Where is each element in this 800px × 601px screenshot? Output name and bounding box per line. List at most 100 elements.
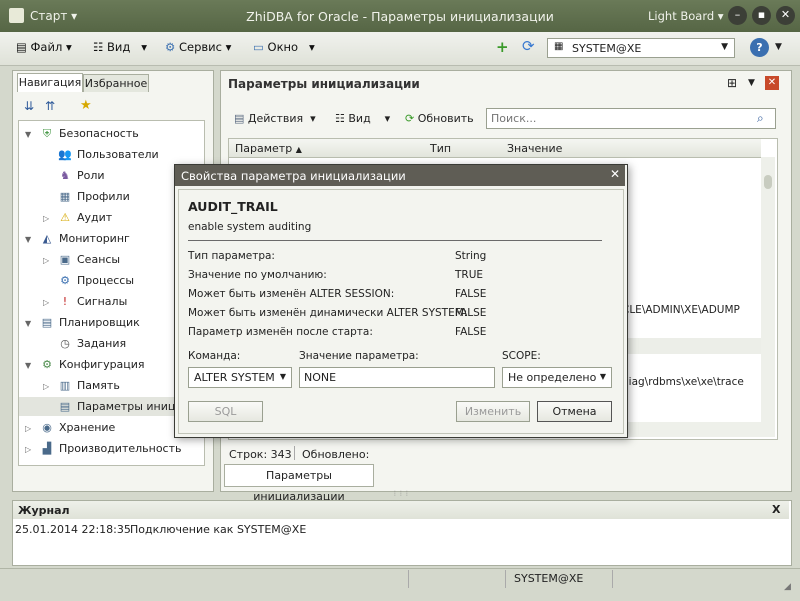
close-panel-icon[interactable]: ✕ bbox=[765, 76, 779, 90]
warning-icon: ⚠ bbox=[60, 211, 70, 224]
sort-asc-icon: ▲ bbox=[295, 145, 302, 154]
tree-item-label: Задания bbox=[77, 337, 127, 350]
journal-entry-time: 25.01.2014 22:18:35 bbox=[15, 523, 131, 536]
panel-menu-icon[interactable]: ▼ bbox=[748, 78, 755, 88]
search-input[interactable] bbox=[486, 108, 776, 129]
chevron-down-icon: ▼ bbox=[721, 42, 728, 52]
expand-icon[interactable]: ▷ bbox=[25, 440, 39, 459]
expand-icon[interactable]: ▷ bbox=[43, 209, 57, 228]
help-icon[interactable]: ? bbox=[750, 38, 769, 57]
menu-view[interactable]: ☷ Вид ▾ bbox=[93, 40, 147, 56]
resize-grip-icon[interactable]: ◢ bbox=[784, 582, 791, 592]
tree-item-label: Пользователи bbox=[77, 148, 159, 161]
expand-icon[interactable]: ▷ bbox=[43, 377, 57, 396]
connection-selector[interactable]: ▦ SYSTEM@XE ▼ bbox=[547, 38, 735, 58]
journal-header bbox=[13, 501, 789, 519]
property-label: Параметр изменён после старта: bbox=[188, 326, 373, 338]
shield-icon: ⛨ bbox=[42, 127, 52, 140]
database-icon: ▦ bbox=[554, 41, 564, 52]
updated-label: Обновлено: bbox=[302, 448, 370, 461]
theme-selector[interactable]: Light Board ▾ bbox=[648, 9, 724, 23]
expanded-icon[interactable]: ▼ bbox=[25, 230, 39, 249]
menu-service[interactable]: ⚙ Сервис ▾ bbox=[165, 40, 231, 56]
roles-icon: ♞ bbox=[60, 169, 70, 182]
tree-item-label: Процессы bbox=[77, 274, 135, 287]
monitoring-icon: ◭ bbox=[42, 232, 52, 245]
actions-button[interactable]: ▤ Действия ▾ bbox=[234, 112, 316, 125]
vertical-scrollbar[interactable] bbox=[761, 157, 775, 422]
menu-window[interactable]: ▭ Окно ▾ bbox=[253, 40, 315, 56]
layout-icon[interactable]: ⊞ bbox=[727, 76, 737, 90]
column-header-type[interactable]: Тип bbox=[430, 142, 451, 155]
command-select[interactable]: ALTER SYSTEM ▼ bbox=[188, 367, 292, 388]
close-window-button[interactable]: ✕ bbox=[776, 6, 795, 25]
refresh-connection-icon[interactable]: ⟳ bbox=[522, 37, 535, 55]
property-value: FALSE bbox=[455, 307, 487, 319]
tab-params[interactable]: Параметры инициализации bbox=[224, 464, 374, 503]
splitter-handle[interactable]: ⋮⋮⋮ bbox=[392, 490, 410, 497]
favorite-star-icon[interactable]: ★ bbox=[80, 98, 92, 113]
tree-item-label: Хранение bbox=[59, 421, 116, 434]
cancel-button[interactable]: Отмена bbox=[537, 401, 612, 422]
param-value-input[interactable]: NONE bbox=[299, 367, 495, 388]
profiles-icon: ▦ bbox=[59, 190, 71, 203]
param-name: AUDIT_TRAIL bbox=[188, 199, 278, 214]
dialog-close-icon[interactable]: ✕ bbox=[610, 167, 620, 181]
add-connection-icon[interactable]: + bbox=[496, 38, 509, 56]
maximize-button[interactable]: ▪ bbox=[752, 6, 771, 25]
scope-select[interactable]: Не определено ▼ bbox=[502, 367, 612, 388]
table-cell: CLE\ADMIN\XE\ADUMP bbox=[622, 304, 740, 316]
property-value: TRUE bbox=[455, 269, 484, 281]
gears-icon: ⚙ bbox=[60, 274, 70, 287]
tree-item[interactable]: ▼ ⛨ Безопасность bbox=[19, 124, 204, 143]
sql-button[interactable]: SQL bbox=[188, 401, 263, 422]
expanded-icon[interactable]: ▼ bbox=[25, 314, 39, 333]
expanded-icon[interactable]: ▼ bbox=[25, 356, 39, 375]
clock-icon: ◷ bbox=[60, 337, 70, 350]
menu-file[interactable]: ▤ Файл ▾ bbox=[16, 40, 72, 56]
journal-close-button[interactable]: X bbox=[772, 503, 780, 516]
sessions-icon: ▣ bbox=[59, 253, 71, 266]
table-header bbox=[229, 139, 761, 158]
change-button[interactable]: Изменить bbox=[456, 401, 530, 422]
chevron-down-icon: ▼ bbox=[599, 372, 606, 381]
dialog-title: Свойства параметра инициализации bbox=[181, 169, 406, 183]
minimize-button[interactable]: – bbox=[728, 6, 747, 25]
view-icon: ☷ bbox=[335, 112, 345, 125]
tree-item[interactable]: ▷ ▟ Производительность bbox=[19, 439, 204, 458]
tree-item-label: Аудит bbox=[77, 211, 113, 224]
tree-item-label: Мониторинг bbox=[59, 232, 130, 245]
menu-bar: ▤ Файл ▾ ☷ Вид ▾ ⚙ Сервис ▾ ▭ Окно ▾ + ⟳… bbox=[0, 32, 800, 66]
expand-icon[interactable]: ▷ bbox=[43, 293, 57, 312]
property-label: Значение по умолчанию: bbox=[188, 269, 327, 281]
panel-title: Параметры инициализации bbox=[228, 77, 420, 91]
scope-label: SCOPE: bbox=[502, 350, 541, 362]
table-cell: diag\rdbms\xe\xe\trace bbox=[622, 376, 744, 388]
column-header-value[interactable]: Значение bbox=[507, 142, 562, 155]
property-value: FALSE bbox=[455, 326, 487, 338]
expand-icon[interactable]: ▷ bbox=[25, 419, 39, 438]
tree-item[interactable]: 👥 Пользователи bbox=[19, 145, 204, 164]
view-button[interactable]: ☷ Вид ▾ bbox=[335, 112, 390, 125]
performance-icon: ▟ bbox=[42, 442, 52, 455]
status-divider bbox=[612, 570, 613, 588]
search-icon[interactable]: ⌕ bbox=[757, 111, 764, 126]
window-icon: ▭ bbox=[253, 40, 264, 54]
sort-desc-icon[interactable]: ⇊ bbox=[24, 99, 34, 113]
file-icon: ▤ bbox=[16, 40, 27, 54]
column-header-param[interactable]: Параметр ▲ bbox=[235, 142, 302, 155]
journal-entry-text: Подключение как SYSTEM@XE bbox=[130, 523, 307, 536]
tree-item-label: Сигналы bbox=[77, 295, 128, 308]
tree-item-label: Безопасность bbox=[59, 127, 139, 140]
help-dropdown-icon[interactable]: ▼ bbox=[775, 42, 782, 52]
tab-navigation[interactable]: Навигация bbox=[17, 73, 83, 92]
status-divider bbox=[505, 570, 506, 588]
expand-icon[interactable]: ▷ bbox=[43, 251, 57, 270]
refresh-button[interactable]: ⟳ Обновить bbox=[405, 112, 474, 125]
property-label: Может быть изменён динамически ALTER SYS… bbox=[188, 307, 468, 319]
alert-icon: ! bbox=[62, 295, 68, 308]
expanded-icon[interactable]: ▼ bbox=[25, 125, 39, 144]
sort-asc-icon[interactable]: ⇈ bbox=[45, 99, 55, 113]
status-divider bbox=[294, 446, 295, 460]
tab-favorites[interactable]: Избранное bbox=[83, 74, 149, 92]
